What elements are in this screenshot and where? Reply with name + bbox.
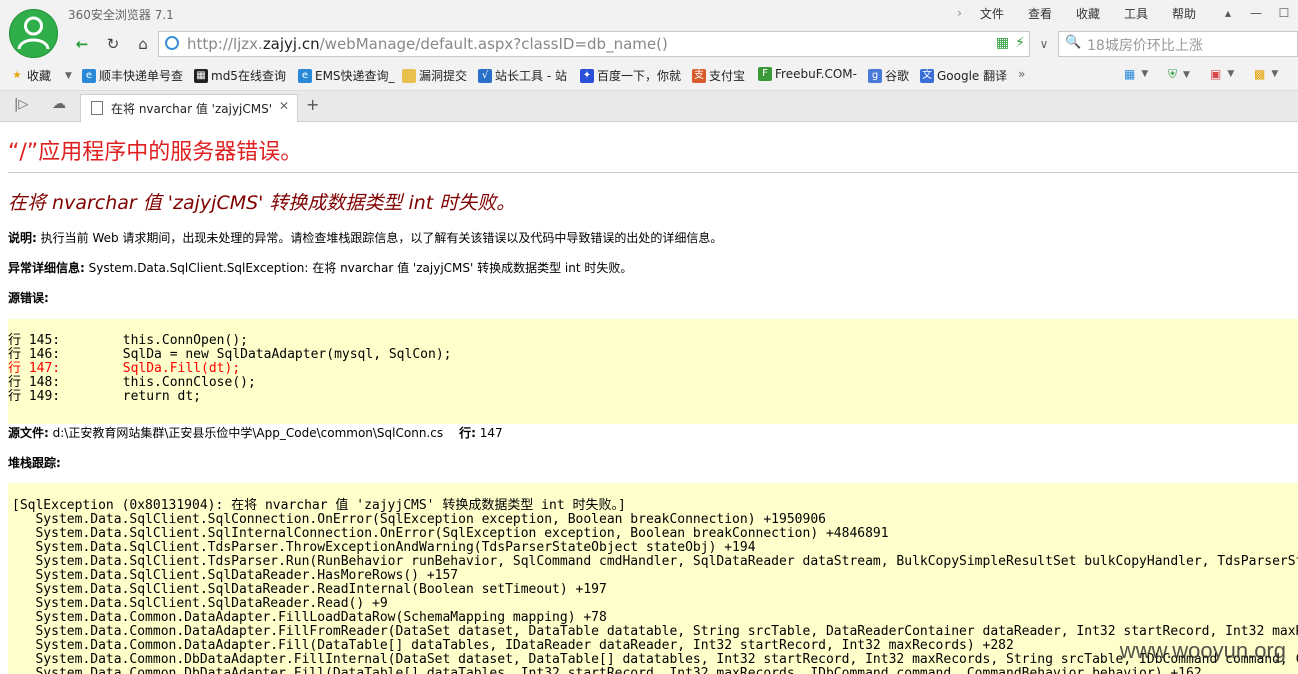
maximize-icon[interactable]: ☐ [1270,3,1298,23]
ad-block-icon[interactable]: ▣ ▼ [1210,67,1234,81]
search-box[interactable]: 🔍 18城房价环比上涨 [1058,31,1298,57]
stack-line: System.Data.Common.DataAdapter.FillLoadD… [12,610,607,625]
bookmark-sf-express[interactable]: e 顺丰快递单号查 [82,67,183,84]
document-icon [91,101,103,115]
minimize-icon[interactable]: — [1242,3,1270,23]
shield-icon[interactable]: ⛨ ▼ [1168,67,1190,82]
stack-line: System.Data.Common.DbDataAdapter.FillInt… [35,652,1298,667]
lightning-icon[interactable]: ⚡ [1015,35,1025,51]
address-bar[interactable]: http://ljzx.zajyj.cn/webManage/default.a… [158,31,1030,57]
menu-chevron-icon[interactable]: › [951,6,968,20]
tab-close-icon[interactable]: ✕ [279,99,289,113]
source-file-info: 源文件: d:\正安教育网站集群\正安县乐俭中学\App_Code\common… [8,426,503,440]
address-row: ← ↻ ⌂ http://ljzx.zajyj.cn/webManage/def… [0,28,1298,60]
apps-grid-icon[interactable]: ▦ ▼ [1124,67,1148,81]
source-line: 行 145: this.ConnOpen(); [8,333,248,348]
shirt-icon[interactable]: ▴ [1214,3,1242,23]
bookmark-freebuf[interactable]: F FreebuF.COM- [758,67,857,81]
watermark: www.wooyun.org [1119,638,1286,663]
stack-line: System.Data.Common.DbDataAdapter.Fill(Da… [12,666,1202,674]
description-paragraph: 说明: 执行当前 Web 请求期间，出现未处理的异常。请检查堆栈跟踪信息，以了解… [8,231,723,245]
bookmarks-bar: ★ 收藏 ▼ e 顺丰快递单号查 ▦ md5在线查询 e EMS快递查询_ 漏洞提交 √ 站… [0,60,1298,91]
back-arrow-icon[interactable]: ← [70,33,94,55]
error-heading: “/”应用程序中的服务器错误。 [8,140,303,165]
tab-bar: |▷ ☁ 在将 nvarchar 值 'zajyjCMS' 转 ✕ + [0,91,1298,122]
page-content: “/”应用程序中的服务器错误。 在将 nvarchar 值 'zajyjCMS'… [0,122,1298,674]
bookmark-ems[interactable]: e EMS快递查询_ [298,67,395,84]
source-line: 行 149: return dt; [8,389,202,404]
tab-active[interactable]: 在将 nvarchar 值 'zajyjCMS' 转 ✕ [80,94,298,122]
exception-details: 异常详细信息: System.Data.SqlClient.SqlExcepti… [8,261,633,275]
stack-line: System.Data.SqlClient.SqlDataReader.HasM… [12,568,459,583]
source-line: 行 148: this.ConnClose(); [8,375,256,390]
stack-trace-label: 堆栈跟踪: [8,456,61,470]
search-placeholder: 18城房价环比上涨 [1087,38,1203,54]
stack-line: System.Data.SqlClient.SqlDataReader.Read… [12,582,607,597]
bookmark-google-translate[interactable]: 文 Google 翻译 [920,67,1007,84]
menu-file[interactable]: 文件 [968,5,1016,22]
source-line-error: 行 147: SqlDa.Fill(dt); [8,361,241,376]
app-title: 360安全浏览器 7.1 [68,8,174,22]
stack-line: [SqlException (0x80131904): 在将 nvarchar … [12,498,626,513]
bookmark-md5[interactable]: ▦ md5在线查询 [194,67,286,84]
menu-view[interactable]: 查看 [1016,5,1064,22]
bookmark-webmaster[interactable]: √ 站长工具 - 站 [478,67,567,84]
new-tab-icon[interactable]: + [306,95,319,114]
bookmark-alipay[interactable]: 支支付宝 [692,67,745,84]
menu-help[interactable]: 帮助 [1160,5,1208,22]
extensions-icon[interactable]: ▩ ▼ [1254,67,1278,81]
bookmark-vuln-submit[interactable]: 漏洞提交 [402,67,467,84]
stack-line: System.Data.Common.DataAdapter.FillFromR… [35,624,1298,639]
menu-tools[interactable]: 工具 [1112,5,1160,22]
bookmark-baidu[interactable]: ✦ 百度一下，你就 [580,67,681,84]
search-icon: 🔍 [1065,35,1082,50]
bookmark-google[interactable]: g 谷歌 [868,67,909,84]
stack-line: System.Data.SqlClient.TdsParser.Run(RunB… [35,554,1298,569]
stack-line: System.Data.SqlClient.SqlDataReader.Read… [12,596,388,611]
home-icon[interactable]: ⌂ [131,33,155,55]
divider [8,172,1298,173]
error-subheading: 在将 nvarchar 值 'zajyjCMS' 转换成数据类型 int 时失败… [8,192,516,214]
globe-icon [165,36,179,50]
source-error-label: 源错误: [8,291,49,305]
source-code-box: 行 145: this.ConnOpen(); 行 146: SqlDa = n… [8,319,1298,424]
qrcode-icon[interactable]: ▦ [996,35,1009,51]
cloud-icon[interactable]: ☁ [52,96,66,112]
stack-line: System.Data.SqlClient.TdsParser.ThrowExc… [12,540,756,555]
stack-line: System.Data.SqlClient.SqlInternalConnect… [12,526,889,541]
tab-title: 在将 nvarchar 值 'zajyjCMS' 转 [111,102,271,116]
stack-line: System.Data.SqlClient.SqlConnection.OnEr… [12,512,826,527]
bookmark-favorites[interactable]: ★ 收藏 ▼ [10,67,72,84]
source-line: 行 146: SqlDa = new SqlDataAdapter(mysql,… [8,347,452,362]
title-bar: 360安全浏览器 7.1 › 文件 查看 收藏 工具 帮助 ▴ — ☐ [0,0,1298,28]
menu-favorites[interactable]: 收藏 [1064,5,1112,22]
url-text[interactable]: http://ljzx.zajyj.cn/webManage/default.a… [187,35,668,53]
refresh-icon[interactable]: ↻ [101,33,125,55]
bookmarks-more-icon[interactable]: » [1018,67,1025,81]
stack-trace-box: [SqlException (0x80131904): 在将 nvarchar … [8,483,1298,674]
top-menu: › 文件 查看 收藏 工具 帮助 ▴ — ☐ [951,0,1298,26]
address-dropdown-icon[interactable]: ∨ [1032,33,1056,55]
stack-line: System.Data.Common.DataAdapter.Fill(Data… [12,638,1014,653]
sidebar-toggle-icon[interactable]: |▷ [14,97,28,112]
browser-logo-icon[interactable] [9,9,58,58]
